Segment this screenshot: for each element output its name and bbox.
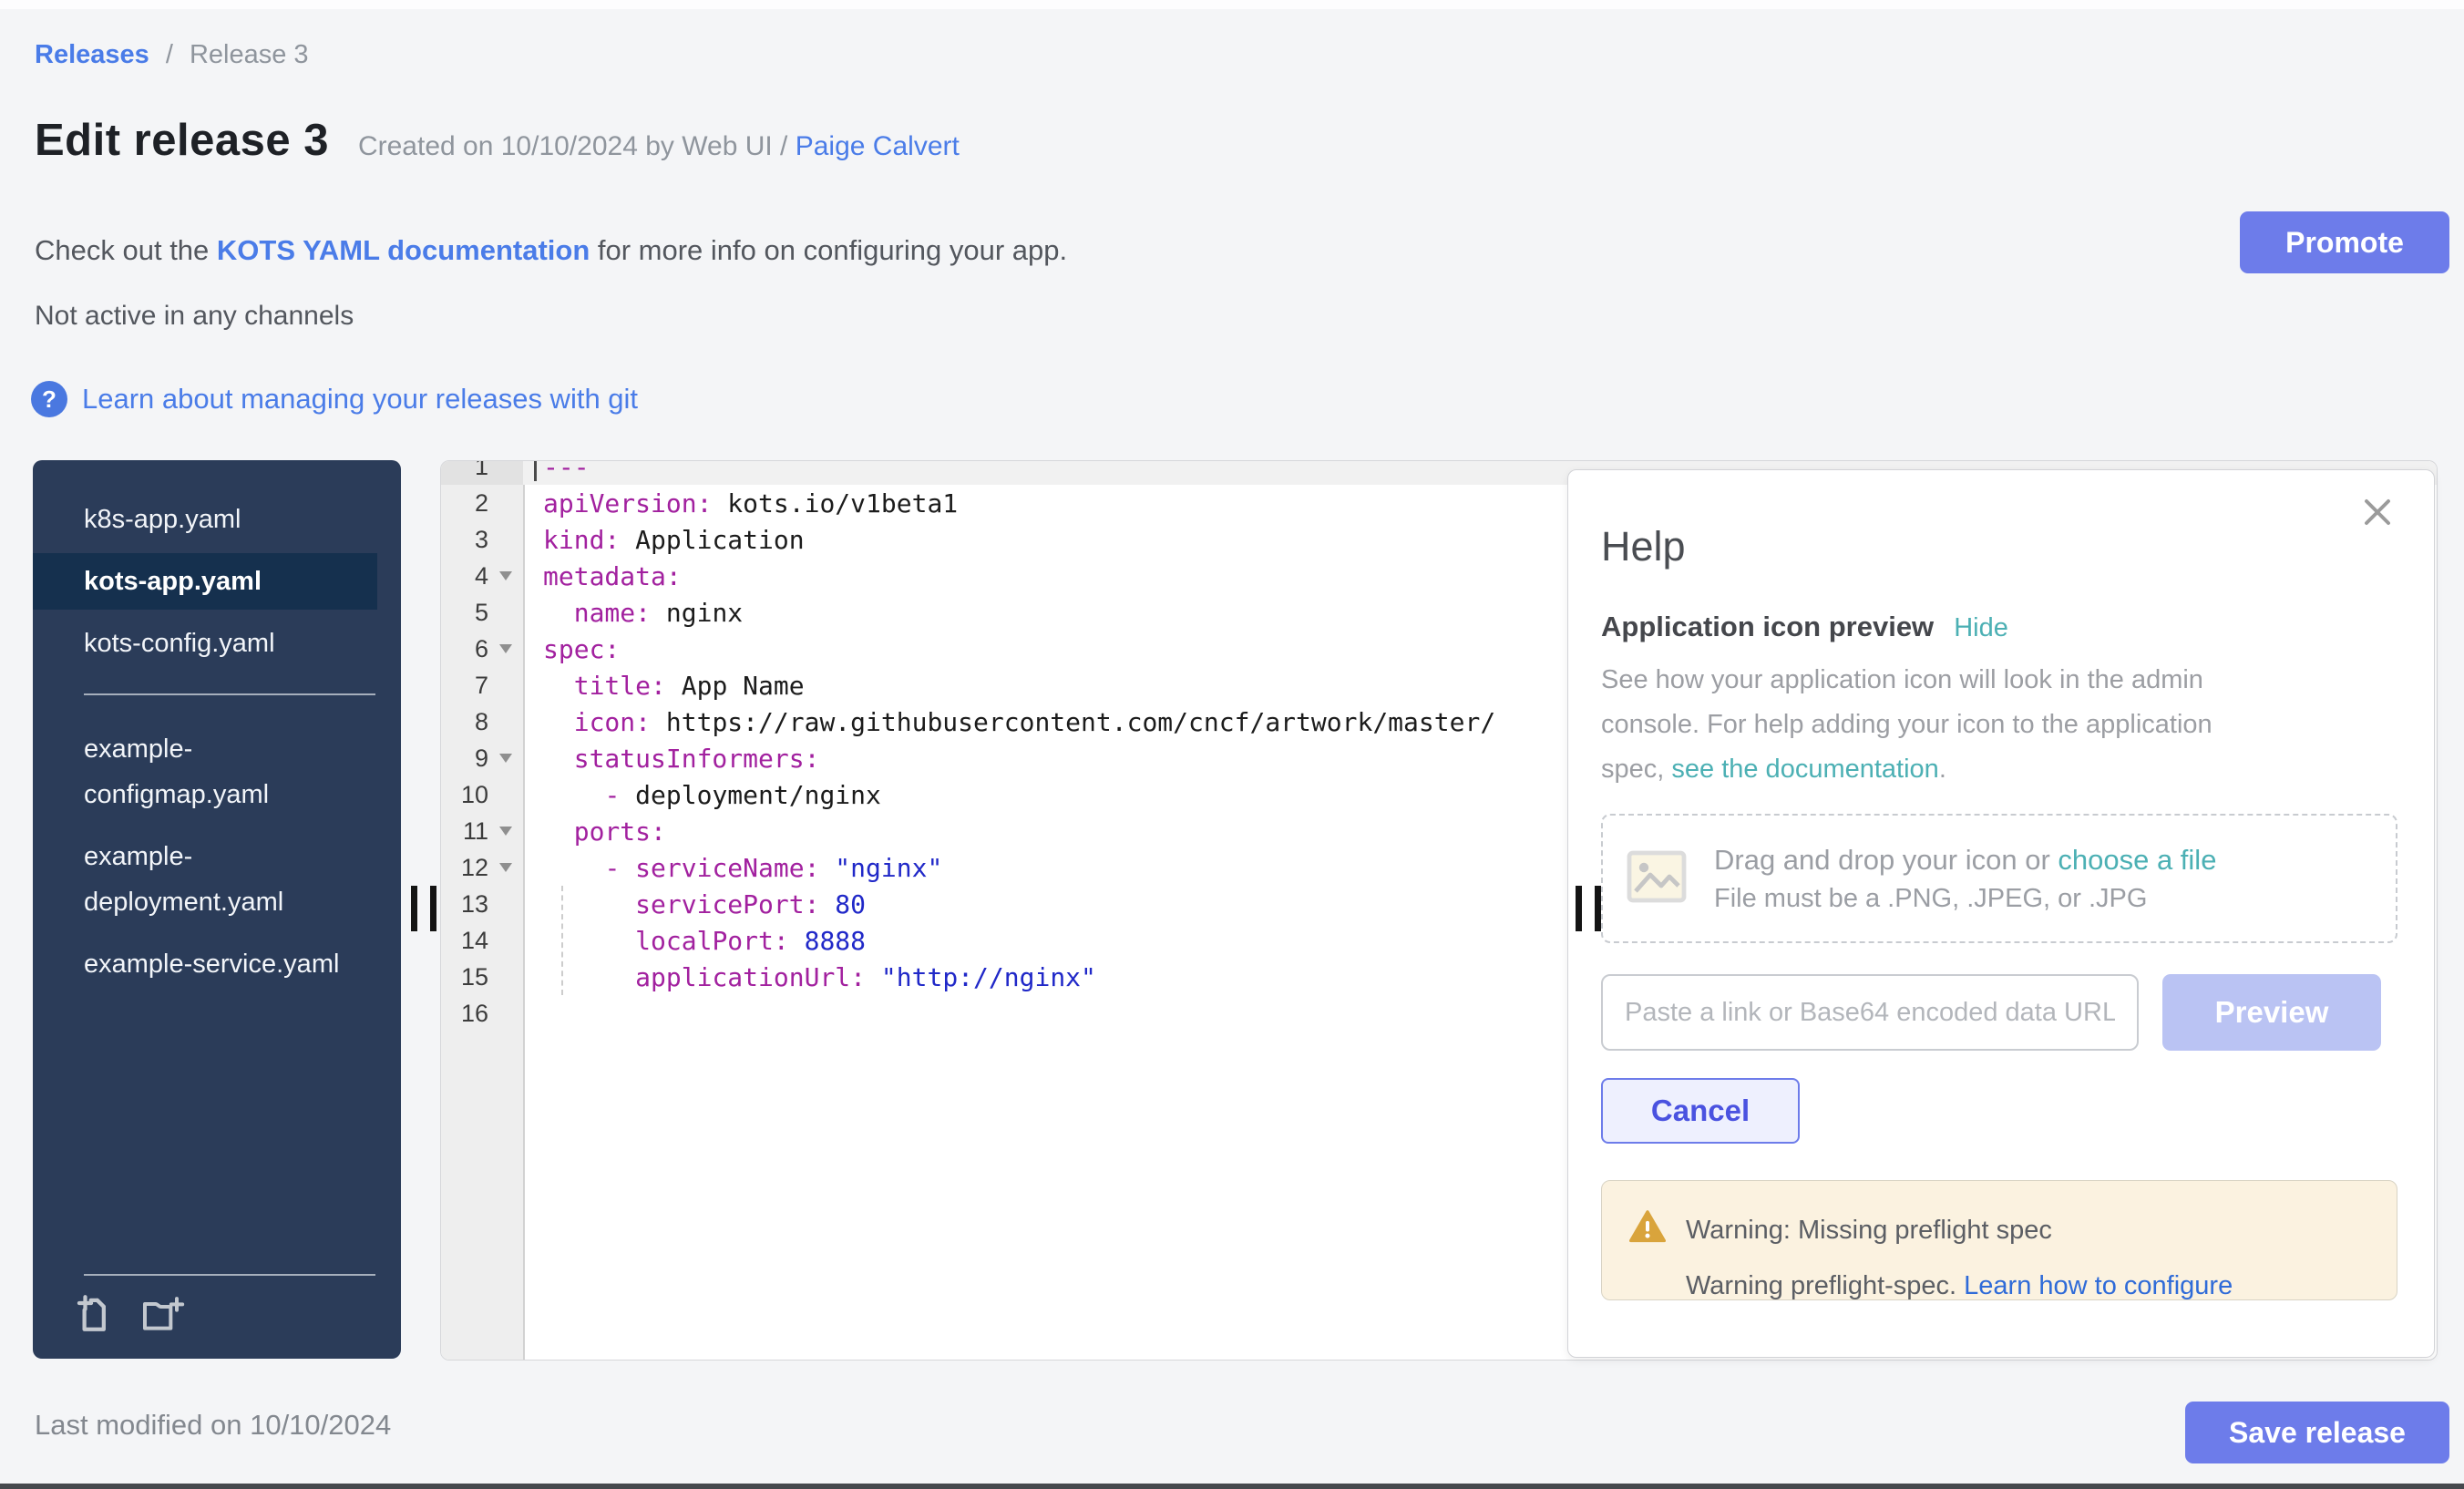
file-tab-kots-config-yaml[interactable]: kots-config.yaml xyxy=(33,615,377,672)
learn-configure-link[interactable]: Learn how to configure xyxy=(1964,1271,2233,1300)
hide-link[interactable]: Hide xyxy=(1954,613,2008,643)
icon-dropzone[interactable]: Drag and drop your icon or choose a file… xyxy=(1601,814,2397,943)
release-created-info: Created on 10/10/2024 by Web UI / Paige … xyxy=(358,131,960,162)
kots-yaml-doc-link[interactable]: KOTS YAML documentation xyxy=(217,234,590,266)
preview-button[interactable]: Preview xyxy=(2162,974,2381,1051)
breadcrumb: Releases / Release 3 xyxy=(35,40,309,70)
line-number: 3 xyxy=(441,521,523,558)
created-text: Created on 10/10/2024 by Web UI / xyxy=(358,131,796,161)
preflight-warning: Warning: Missing preflight spec Warning … xyxy=(1601,1180,2397,1300)
sidebar-bottom xyxy=(33,1274,401,1359)
line-number: 16 xyxy=(441,995,523,1032)
line-number: 11 xyxy=(441,813,523,849)
git-releases-link[interactable]: Learn about managing your releases with … xyxy=(82,383,638,416)
kots-doc-note: Check out the KOTS YAML documentation fo… xyxy=(35,234,1067,267)
warning-body: Warning preflight-spec. xyxy=(1686,1271,1964,1300)
save-release-button[interactable]: Save release xyxy=(2185,1402,2449,1463)
page-title: Edit release 3 xyxy=(35,115,329,166)
line-number: 4 xyxy=(441,558,523,594)
question-circle-icon: ? xyxy=(31,381,67,417)
fold-toggle-icon[interactable] xyxy=(499,644,512,653)
text-cursor xyxy=(534,460,537,481)
warning-title: Warning: Missing preflight spec xyxy=(1686,1216,2052,1246)
line-number: 13 xyxy=(441,886,523,922)
last-modified: Last modified on 10/10/2024 xyxy=(35,1409,391,1442)
file-tab-kots-app-yaml[interactable]: kots-app.yaml xyxy=(33,553,377,610)
intro-text-before: Check out the xyxy=(35,234,217,266)
line-number: 12 xyxy=(441,849,523,886)
dropzone-text: Drag and drop your icon or choose a file… xyxy=(1714,844,2216,914)
sidebar-resize-handle[interactable] xyxy=(411,886,436,931)
file-group-divider xyxy=(84,693,375,695)
breadcrumb-current: Release 3 xyxy=(190,40,309,69)
breadcrumb-releases-link[interactable]: Releases xyxy=(35,40,149,69)
line-number: 7 xyxy=(441,667,523,703)
line-number: 14 xyxy=(441,922,523,959)
git-help-row: ? Learn about managing your releases wit… xyxy=(31,381,638,417)
help-panel: Help Application icon preview Hide See h… xyxy=(1567,469,2435,1358)
line-number: 5 xyxy=(441,594,523,631)
file-type-hint: File must be a .PNG, .JPEG, or .JPG xyxy=(1714,884,2216,914)
window-bottom-edge xyxy=(0,1484,2464,1489)
see-documentation-link[interactable]: see the documentation xyxy=(1671,755,1938,784)
icon-preview-description: See how your application icon will look … xyxy=(1601,658,2250,792)
title-row: Edit release 3 Created on 10/10/2024 by … xyxy=(35,115,960,166)
fold-toggle-icon[interactable] xyxy=(499,863,512,872)
close-icon[interactable] xyxy=(2361,496,2394,533)
file-sidebar: k8s-app.yaml kots-app.yaml kots-config.y… xyxy=(33,460,401,1359)
description-suffix: . xyxy=(1939,755,1946,784)
file-tab-example-configmap-yaml[interactable]: example-configmap.yaml xyxy=(33,721,377,823)
file-tab-example-service-yaml[interactable]: example-service.yaml xyxy=(33,936,377,992)
help-resize-handle[interactable] xyxy=(1576,886,1601,931)
line-number: 1 xyxy=(441,460,523,485)
fold-toggle-icon[interactable] xyxy=(499,571,512,580)
line-number: 6 xyxy=(441,631,523,667)
choose-file-link[interactable]: choose a file xyxy=(2058,844,2216,876)
line-number: 10 xyxy=(441,776,523,813)
channel-status: Not active in any channels xyxy=(35,301,354,332)
line-number: 15 xyxy=(441,959,523,995)
line-number: 9 xyxy=(441,740,523,776)
intro-text-after: for more info on configuring your app. xyxy=(590,234,1067,266)
fold-toggle-icon[interactable] xyxy=(499,827,512,836)
icon-url-input[interactable] xyxy=(1601,974,2139,1051)
file-tab-k8s-app-yaml[interactable]: k8s-app.yaml xyxy=(33,491,377,548)
sidebar-bottom-divider xyxy=(84,1274,375,1276)
line-number: 2 xyxy=(441,485,523,521)
add-folder-icon[interactable] xyxy=(140,1292,186,1339)
file-tab-example-deployment-yaml[interactable]: example-deployment.yaml xyxy=(33,828,377,930)
help-title: Help xyxy=(1601,523,2397,570)
image-placeholder-icon xyxy=(1627,850,1687,908)
cancel-button[interactable]: Cancel xyxy=(1601,1078,1800,1144)
indent-guide xyxy=(561,886,563,995)
icon-preview-title: Application icon preview xyxy=(1601,611,1934,643)
breadcrumb-separator: / xyxy=(166,40,173,69)
promote-button[interactable]: Promote xyxy=(2240,211,2449,273)
dropzone-label: Drag and drop your icon or xyxy=(1714,844,2058,876)
add-file-icon[interactable] xyxy=(75,1292,117,1339)
edit-release-page: Releases / Release 3 Edit release 3 Crea… xyxy=(0,0,2464,1489)
warning-icon xyxy=(1629,1210,1666,1251)
line-number: 8 xyxy=(441,703,523,740)
file-list: k8s-app.yaml kots-app.yaml kots-config.y… xyxy=(33,460,401,992)
fold-toggle-icon[interactable] xyxy=(499,754,512,763)
author-link[interactable]: Paige Calvert xyxy=(796,131,960,161)
